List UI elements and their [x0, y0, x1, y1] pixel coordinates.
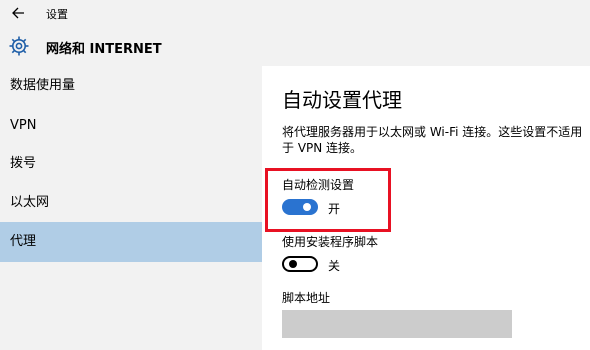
section-header: 网络和 INTERNET	[0, 28, 590, 66]
main-content: 自动设置代理 将代理服务器用于以太网或 Wi-Fi 连接。这些设置不适用于 VP…	[262, 66, 590, 350]
page-title: 自动设置代理	[282, 88, 402, 112]
sidebar-item-data-usage[interactable]: 数据使用量	[0, 66, 262, 106]
use-script-toggle[interactable]	[282, 256, 318, 272]
auto-detect-state: 开	[328, 202, 341, 216]
toggle-knob	[289, 260, 297, 268]
sidebar-item-ethernet[interactable]: 以太网	[0, 183, 262, 223]
gear-icon	[9, 36, 29, 56]
script-address-label: 脚本地址	[282, 291, 331, 305]
back-arrow-icon	[12, 7, 24, 19]
script-address-input[interactable]	[282, 310, 512, 338]
back-button[interactable]	[8, 4, 30, 22]
sidebar-item-proxy[interactable]: 代理	[0, 222, 262, 262]
auto-detect-label: 自动检测设置	[282, 178, 355, 192]
use-script-label: 使用安装程序脚本	[282, 235, 379, 249]
sidebar: 数据使用量 VPN 拨号 以太网 代理	[0, 66, 262, 350]
sidebar-item-dialup[interactable]: 拨号	[0, 144, 262, 184]
app-title: 设置	[46, 8, 68, 21]
use-script-state: 关	[328, 259, 341, 273]
section-title: 网络和 INTERNET	[46, 42, 162, 57]
toggle-knob	[303, 203, 311, 211]
auto-detect-toggle[interactable]	[282, 199, 318, 215]
sidebar-item-vpn[interactable]: VPN	[0, 106, 262, 146]
proxy-description: 将代理服务器用于以太网或 Wi-Fi 连接。这些设置不适用于 VPN 连接。	[282, 125, 583, 155]
title-bar: 设置	[0, 0, 590, 28]
